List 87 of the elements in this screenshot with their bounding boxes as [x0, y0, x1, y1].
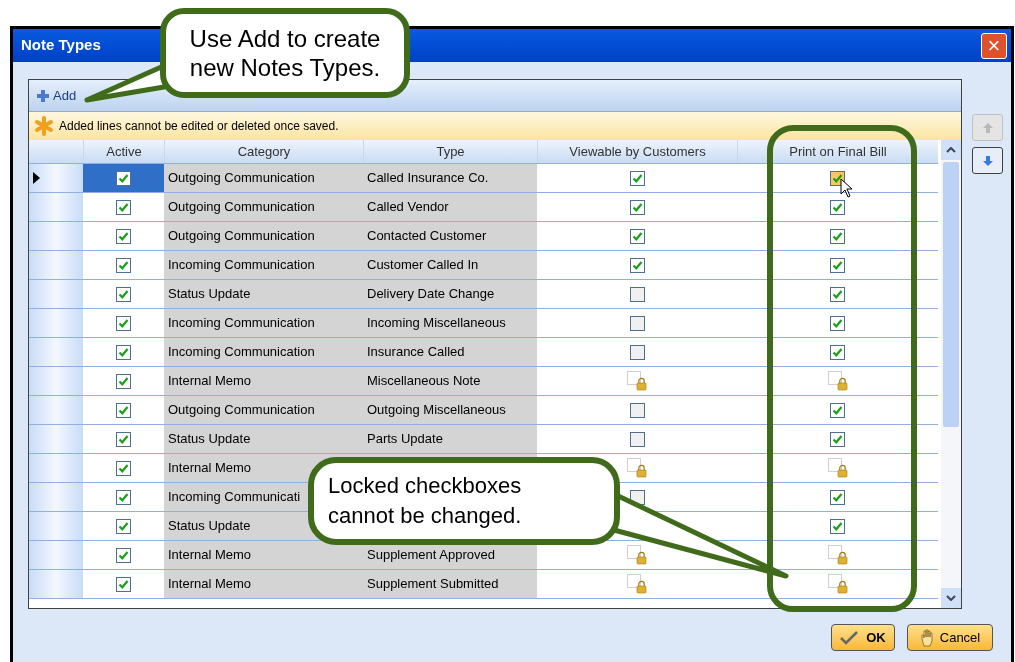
checked-checkbox[interactable]	[116, 286, 131, 302]
category-text: Status Update	[168, 517, 251, 536]
checked-checkbox[interactable]	[830, 489, 845, 505]
window-title: Note Types	[21, 35, 101, 56]
unchecked-checkbox[interactable]	[629, 431, 645, 447]
checked-checkbox[interactable]	[629, 257, 645, 273]
unchecked-checkbox[interactable]	[629, 286, 645, 302]
type-text: Supplement Submitted	[367, 575, 499, 594]
checked-checkbox[interactable]	[629, 199, 645, 215]
callout: Use Add to create new Notes Types.	[160, 8, 410, 98]
column-header[interactable]: Active	[83, 140, 164, 163]
checked-checkbox[interactable]	[116, 344, 131, 360]
category-text: Incoming Communication	[168, 314, 315, 333]
asterisk-icon	[33, 115, 55, 137]
checked-checkbox[interactable]	[116, 402, 131, 418]
ok-button[interactable]: OK	[831, 624, 895, 651]
close-button[interactable]: ×	[981, 32, 1007, 59]
category-text: Internal Memo	[168, 575, 252, 594]
type-text: Incoming Miscellaneous	[367, 314, 506, 333]
checked-checkbox[interactable]	[116, 431, 131, 447]
row-pointer-icon	[33, 172, 41, 184]
chevron-up-icon	[946, 147, 956, 153]
category-text: Internal Memo	[168, 372, 252, 391]
column-header[interactable]: Type	[363, 140, 537, 163]
type-text: Called Insurance Co.	[367, 169, 489, 188]
type-text: Insurance Called	[367, 343, 465, 362]
checked-checkbox[interactable]	[116, 315, 131, 331]
category-text: Incoming Communicati	[168, 488, 301, 507]
type-text: Outgoing Miscellaneous	[367, 401, 506, 420]
category-text: Outgoing Communication	[168, 401, 315, 420]
checked-checkbox[interactable]	[830, 402, 845, 418]
checked-checkbox[interactable]	[116, 373, 131, 389]
unchecked-checkbox[interactable]	[629, 402, 645, 418]
add-button[interactable]: Add	[33, 85, 81, 106]
checked-checkbox[interactable]	[830, 518, 845, 534]
checked-checkbox[interactable]	[830, 431, 845, 447]
category-text: Outgoing Communication	[168, 227, 315, 246]
type-text: Customer Called In	[367, 256, 479, 275]
category-text: Status Update	[168, 430, 251, 449]
scrollbar[interactable]	[941, 140, 961, 608]
category-text: Internal Memo	[168, 459, 252, 478]
arrow-down-icon	[982, 155, 993, 166]
callout: Locked checkboxes cannot be changed.	[308, 457, 620, 545]
checked-checkbox[interactable]	[116, 460, 131, 476]
move-down-button[interactable]	[972, 147, 1003, 174]
column-header[interactable]: Category	[164, 140, 363, 163]
checked-checkbox[interactable]	[830, 286, 845, 302]
type-text: Contacted Customer	[367, 227, 487, 246]
checked-checkbox[interactable]	[116, 547, 131, 563]
checked-checkbox[interactable]	[116, 170, 131, 186]
unchecked-checkbox[interactable]	[629, 315, 645, 331]
hand-icon	[919, 628, 936, 647]
chevron-down-icon	[946, 595, 956, 601]
category-text: Outgoing Communication	[168, 198, 315, 217]
type-text: Called Vendor	[367, 198, 449, 217]
category-text: Incoming Communication	[168, 343, 315, 362]
category-text: Internal Memo	[168, 546, 252, 565]
unchecked-checkbox[interactable]	[629, 344, 645, 360]
cancel-button[interactable]: Cancel	[907, 624, 993, 651]
category-text: Outgoing Communication	[168, 169, 315, 188]
category-text: Status Update	[168, 285, 251, 304]
type-text: Miscellaneous Note	[367, 372, 481, 391]
type-text: Parts Update	[367, 430, 443, 449]
column-header[interactable]: Viewable by Customers	[537, 140, 737, 163]
checked-checkbox[interactable]	[629, 170, 645, 186]
checked-checkbox[interactable]	[830, 257, 845, 273]
type-text: Delivery Date Change	[367, 285, 495, 304]
column-header[interactable]: Print on Final Bill	[737, 140, 938, 163]
checked-checkbox[interactable]	[629, 228, 645, 244]
mouse-cursor-icon	[840, 178, 854, 198]
checkmark-icon	[840, 630, 859, 645]
checked-checkbox[interactable]	[116, 199, 131, 215]
notice-text: Added lines cannot be edited or deleted once saved.	[59, 118, 339, 135]
row-header[interactable]	[29, 164, 83, 192]
checked-checkbox[interactable]	[830, 199, 845, 215]
arrow-up-icon	[982, 122, 993, 133]
checked-checkbox[interactable]	[116, 257, 131, 273]
checked-checkbox[interactable]	[830, 315, 845, 331]
checked-checkbox[interactable]	[116, 228, 131, 244]
type-text: Supplement Approved	[367, 546, 495, 565]
plus-icon	[37, 89, 49, 102]
checked-checkbox[interactable]	[830, 344, 845, 360]
checked-checkbox[interactable]	[116, 489, 131, 505]
checked-checkbox[interactable]	[116, 518, 131, 534]
checked-checkbox[interactable]	[830, 228, 845, 244]
checked-checkbox[interactable]	[116, 576, 131, 592]
category-text: Incoming Communication	[168, 256, 315, 275]
